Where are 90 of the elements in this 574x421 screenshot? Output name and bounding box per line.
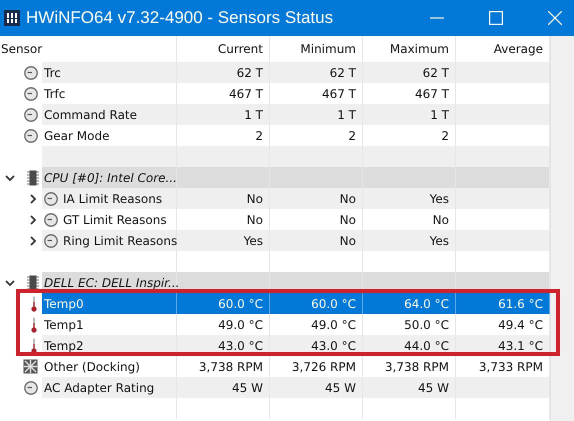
table-cell: 62 T — [330, 66, 356, 80]
expand-icon[interactable] — [28, 214, 38, 224]
expand-icon[interactable] — [28, 194, 38, 204]
fan-icon — [23, 359, 38, 374]
table-row[interactable]: Gear Mode 2 2 2 — [42, 125, 550, 146]
thermometer-icon — [30, 338, 38, 354]
table-cell: No — [432, 212, 449, 226]
table-row[interactable]: Other (Docking) 3,738 RPM 3,726 RPM 3,738 RPM 3,733 RPM — [42, 356, 550, 377]
group-name: DELL EC: DELL Inspir... — [44, 276, 180, 290]
table-cell: Yes — [430, 234, 449, 248]
table-row[interactable]: Ring Limit Reasons Yes No Yes — [42, 230, 550, 251]
table-cell: 49.0 °C — [311, 318, 356, 332]
table-cell: 467 T — [322, 86, 356, 100]
sensor-name: Trfc — [44, 86, 66, 100]
table-cell: No — [246, 212, 263, 226]
table-cell: 49.4 °C — [498, 318, 543, 332]
clock-icon — [24, 108, 38, 122]
clock-icon — [24, 380, 38, 394]
table-row[interactable]: Temp1 49.0 °C 49.0 °C 50.0 °C 49.4 °C — [42, 314, 550, 335]
table-cell: 43.1 °C — [498, 338, 543, 352]
table-cell: 49.0 °C — [218, 318, 263, 332]
table-cell: No — [340, 234, 356, 248]
table-row[interactable]: Trfc 467 T 467 T 467 T — [42, 83, 550, 104]
chip-icon — [27, 170, 39, 186]
clock-icon — [24, 128, 38, 142]
clock-icon — [24, 66, 38, 80]
table-row[interactable]: Temp0 60.0 °C 60.0 °C 64.0 °C 61.6 °C — [42, 293, 550, 314]
app-icon — [4, 10, 20, 26]
clock-icon — [44, 192, 58, 206]
table-row[interactable]: Trc 62 T 62 T 62 T — [42, 62, 550, 83]
table-cell: 44.0 °C — [404, 338, 449, 352]
table-cell: 2 — [441, 128, 449, 142]
clock-icon — [44, 234, 58, 248]
table-cell: Yes — [244, 234, 263, 248]
table-cell: 43.0 °C — [311, 338, 356, 352]
chip-icon — [27, 274, 39, 290]
table-cell: 1 T — [337, 108, 356, 122]
table-cell: 3,733 RPM — [478, 360, 543, 374]
sensor-name: Other (Docking) — [44, 360, 140, 374]
table-row[interactable]: Command Rate 1 T 1 T 1 T — [42, 104, 550, 125]
table-cell: 45 W — [232, 380, 263, 394]
table-cell: No — [340, 212, 356, 226]
table-cell: 45 W — [418, 380, 449, 394]
sensor-name: AC Adapter Rating — [44, 380, 154, 394]
table-cell: 43.0 °C — [218, 338, 263, 352]
table-cell: No — [246, 192, 263, 206]
thermometer-icon — [30, 296, 38, 312]
clock-icon — [44, 212, 58, 226]
sensor-name: Ring Limit Reasons — [63, 234, 178, 248]
table-cell: 2 — [348, 128, 356, 142]
expand-icon[interactable] — [28, 236, 38, 246]
scrollbar-track[interactable] — [550, 36, 574, 421]
table-cell: 62 T — [422, 66, 449, 80]
table-cell: 45 W — [325, 380, 356, 394]
sensor-name: Temp2 — [44, 338, 84, 352]
sensor-name: Command Rate — [44, 108, 138, 122]
window-title: HWiNFO64 v7.32-4900 - Sensors Status — [26, 8, 334, 28]
table-cell: 62 T — [236, 66, 263, 80]
maximize-icon[interactable] — [489, 11, 503, 25]
sensor-name: IA Limit Reasons — [63, 192, 162, 206]
table-row[interactable]: GT Limit Reasons No No No — [42, 209, 550, 230]
sensor-name: Gear Mode — [44, 128, 110, 142]
close-icon[interactable] — [548, 11, 562, 25]
table-cell: 61.6 °C — [498, 296, 543, 310]
table-cell: 50.0 °C — [404, 318, 449, 332]
table-cell: 3,738 RPM — [198, 360, 263, 374]
sensor-name: GT Limit Reasons — [63, 212, 167, 226]
sensor-name: Trc — [44, 66, 61, 80]
sensor-name: Temp0 — [44, 296, 84, 310]
group-row[interactable]: CPU [#0]: Intel Core... — [42, 167, 550, 188]
table-cell: 467 T — [414, 86, 449, 100]
table-cell: 1 T — [244, 108, 263, 122]
table-cell: 3,726 RPM — [292, 360, 356, 374]
table-row[interactable]: AC Adapter Rating 45 W 45 W 45 W — [42, 377, 550, 398]
table-cell: 1 T — [430, 108, 449, 122]
table-row[interactable]: IA Limit Reasons No No Yes — [42, 188, 550, 209]
sensor-name: Temp1 — [44, 318, 84, 332]
table-cell: 2 — [255, 128, 263, 142]
table-cell: Yes — [430, 192, 449, 206]
table-cell: No — [340, 192, 356, 206]
collapse-icon[interactable] — [5, 278, 15, 288]
table-cell: 3,738 RPM — [384, 360, 449, 374]
table-cell: 467 T — [228, 86, 263, 100]
collapse-icon[interactable] — [5, 172, 15, 182]
table-cell: 64.0 °C — [404, 296, 449, 310]
thermometer-icon — [30, 316, 38, 332]
group-name: CPU [#0]: Intel Core... — [44, 170, 177, 184]
table-cell: 60.0 °C — [311, 296, 356, 310]
clock-icon — [24, 86, 38, 100]
table-cell: 60.0 °C — [218, 296, 263, 310]
